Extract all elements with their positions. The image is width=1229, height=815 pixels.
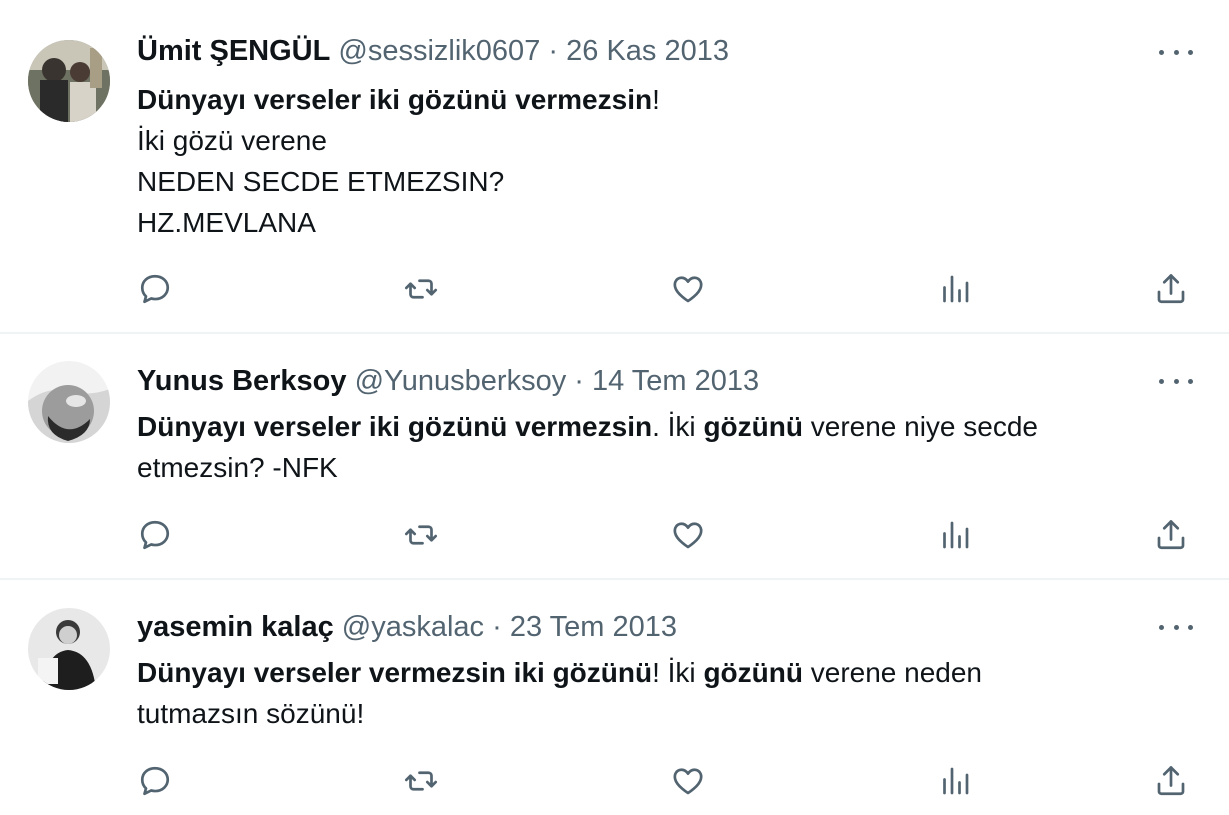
retweet-icon [404, 525, 438, 545]
more-icon[interactable] [1159, 371, 1193, 391]
share-icon [1157, 520, 1185, 550]
text-segment: verene niye secde [802, 411, 1039, 442]
like-button[interactable] [664, 511, 712, 559]
tweet-text: Dünyayı verseler iki gözünü vermezsin! İ… [137, 79, 1187, 243]
share-button[interactable] [1147, 265, 1195, 313]
retweet-button[interactable] [397, 511, 445, 559]
views-icon [943, 275, 969, 303]
more-icon[interactable] [1159, 42, 1193, 62]
text-segment: ! İki [652, 657, 704, 688]
author-name[interactable]: Ümit ŞENGÜL [137, 35, 330, 67]
highlighted-text: Dünyayı verseler vermezsin iki gözünü [137, 657, 653, 688]
views-button[interactable] [931, 265, 979, 313]
tweet-text: Dünyayı verseler vermezsin iki gözünü! İ… [137, 652, 1187, 734]
reply-icon [140, 274, 170, 304]
text-line: etmezsin? -NFK [137, 452, 338, 483]
retweet-icon [404, 771, 438, 791]
text-line: NEDEN SECDE ETMEZSIN? [137, 166, 505, 197]
highlighted-text: Dünyayı verseler iki gözünü vermezsin [137, 411, 653, 442]
author-handle[interactable]: @sessizlik0607 [338, 35, 540, 67]
share-button[interactable] [1147, 511, 1195, 559]
author-name[interactable]: yasemin kalaç [137, 611, 334, 643]
reply-button[interactable] [131, 265, 179, 313]
like-button[interactable] [664, 757, 712, 805]
tweet-text: Dünyayı verseler iki gözünü vermezsin. İ… [137, 406, 1187, 488]
tweet-header: yasemin kalaç @yaskalac · 23 Tem 2013 [137, 610, 677, 644]
tweet-actions [0, 757, 1229, 805]
reply-icon [140, 520, 170, 550]
reply-button[interactable] [131, 511, 179, 559]
tweet[interactable]: yasemin kalaç @yaskalac · 23 Tem 2013 Dü… [0, 580, 1229, 815]
share-button[interactable] [1147, 757, 1195, 805]
share-icon [1157, 274, 1185, 304]
share-icon [1157, 766, 1185, 796]
reply-icon [140, 766, 170, 796]
retweet-button[interactable] [397, 757, 445, 805]
retweet-icon [404, 279, 438, 299]
avatar[interactable] [28, 40, 110, 122]
views-button[interactable] [931, 757, 979, 805]
highlighted-text: gözünü [703, 657, 803, 688]
separator-dot: · [574, 365, 584, 397]
text-segment: . İki [652, 411, 704, 442]
tweet-actions [0, 511, 1229, 559]
views-button[interactable] [931, 511, 979, 559]
like-button[interactable] [664, 265, 712, 313]
like-icon [673, 768, 703, 795]
tweet-header: Ümit ŞENGÜL @sessizlik0607 · 26 Kas 2013 [137, 34, 729, 68]
tweet-date[interactable]: 23 Tem 2013 [510, 611, 677, 643]
tweet-actions [0, 265, 1229, 313]
text-line: İki gözü verene [137, 125, 327, 156]
retweet-button[interactable] [397, 265, 445, 313]
highlighted-text: Dünyayı verseler iki gözünü vermezsin [137, 84, 653, 115]
avatar[interactable] [28, 608, 110, 690]
author-name[interactable]: Yunus Berksoy [137, 365, 347, 397]
text-segment: ! [652, 84, 660, 115]
highlighted-text: gözünü [703, 411, 803, 442]
tweet-date[interactable]: 14 Tem 2013 [592, 365, 759, 397]
tweet-feed: Ümit ŞENGÜL @sessizlik0607 · 26 Kas 2013… [0, 0, 1229, 815]
like-icon [673, 522, 703, 549]
reply-button[interactable] [131, 757, 179, 805]
avatar[interactable] [28, 361, 110, 443]
tweet[interactable]: Yunus Berksoy @Yunusberksoy · 14 Tem 201… [0, 334, 1229, 580]
tweet[interactable]: Ümit ŞENGÜL @sessizlik0607 · 26 Kas 2013… [0, 0, 1229, 334]
separator-dot: · [548, 35, 559, 67]
views-icon [943, 767, 969, 795]
separator-dot: · [492, 611, 502, 643]
author-handle[interactable]: @yaskalac [342, 611, 484, 643]
text-line: HZ.MEVLANA [137, 207, 316, 238]
tweet-header: Yunus Berksoy @Yunusberksoy · 14 Tem 201… [137, 364, 759, 398]
text-segment: verene neden [802, 657, 983, 688]
author-handle[interactable]: @Yunusberksoy [355, 365, 567, 397]
views-icon [943, 521, 969, 549]
like-icon [673, 276, 703, 303]
tweet-date[interactable]: 26 Kas 2013 [566, 35, 729, 67]
more-icon[interactable] [1159, 617, 1193, 637]
text-line: tutmazsın sözünü! [137, 698, 365, 729]
